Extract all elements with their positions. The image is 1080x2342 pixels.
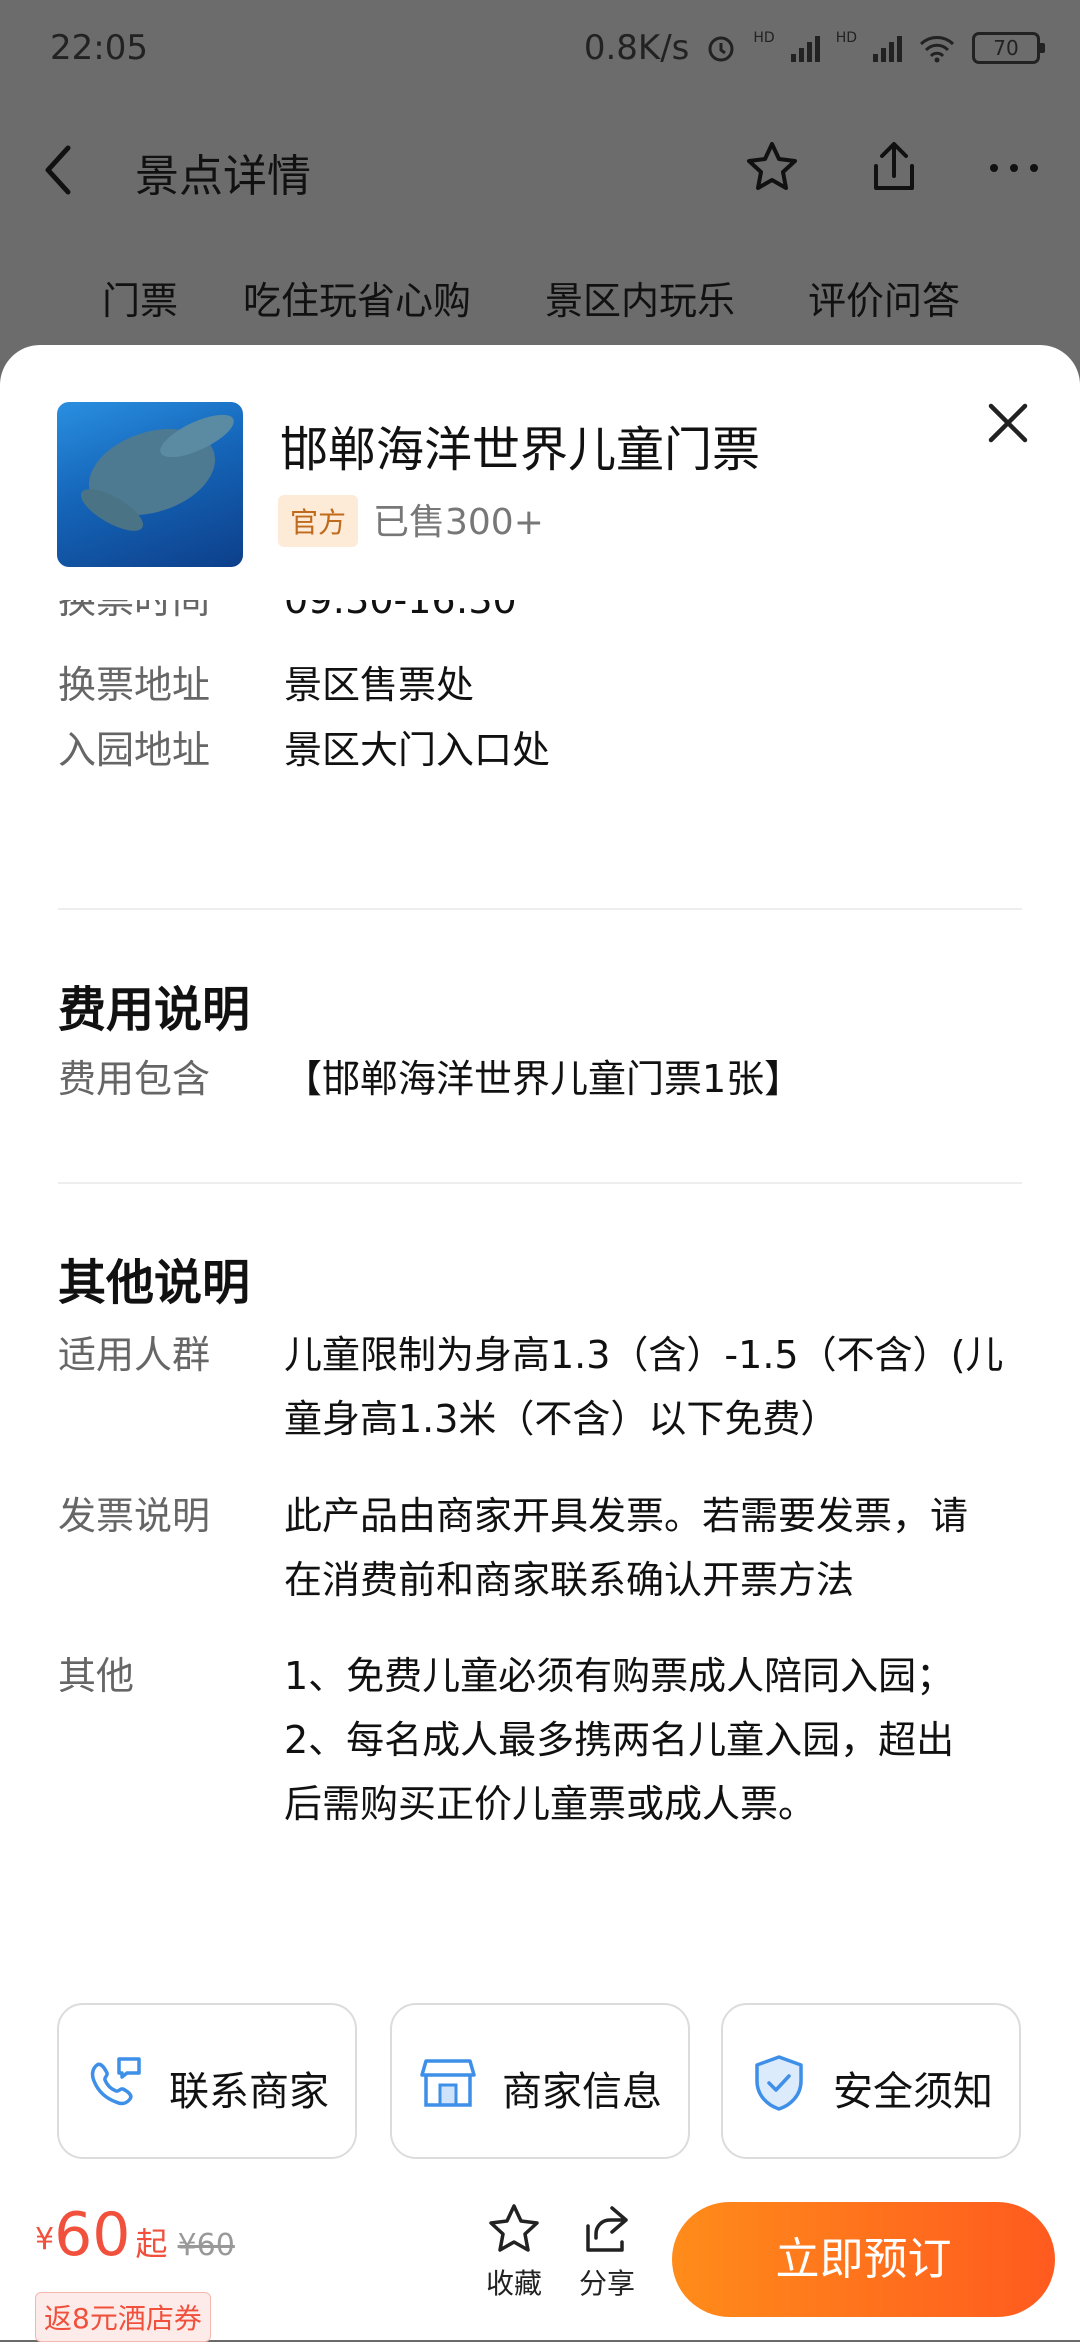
page-title: 景点详情 bbox=[135, 151, 311, 202]
product-name: 邯郸海洋世界儿童门票 bbox=[280, 422, 761, 478]
store-icon bbox=[420, 2059, 476, 2107]
contact-merchant-button[interactable]: 联系商家 bbox=[57, 2003, 357, 2159]
invoice-line-1: 此产品由商家开具发票。若需要发票，请 bbox=[284, 1494, 969, 1538]
row-invoice: 发票说明 此产品由商家开具发票。若需要发票，请 在消费前和商家联系确认开票方法 bbox=[58, 1484, 1058, 1614]
status-bar: 22:05 0.8K/s HD HD 70 bbox=[0, 0, 1080, 95]
invoice-line-2: 在消费前和商家联系确认开票方法 bbox=[284, 1558, 855, 1602]
row-exchange-address: 换票地址 景区售票处 bbox=[58, 653, 1058, 717]
row-entry-address: 入园地址 景区大门入口处 bbox=[58, 718, 1058, 782]
bottom-action-bar: ¥60 起 ¥60 返8元酒店券 收藏 分享 立即预订 bbox=[0, 2190, 1080, 2342]
product-thumbnail-image bbox=[57, 402, 243, 567]
battery-icon: 70 bbox=[972, 32, 1045, 64]
hd-label-2: HD bbox=[835, 30, 857, 46]
price-value: 60 bbox=[54, 2200, 131, 2270]
signal-icon-2 bbox=[873, 34, 902, 62]
tab-tickets[interactable]: 门票 bbox=[102, 270, 178, 325]
divider-1 bbox=[58, 908, 1022, 910]
label-exchange-address: 换票地址 bbox=[58, 663, 211, 707]
other-heading: 其他说明 bbox=[58, 1255, 251, 1311]
alarm-icon bbox=[708, 36, 734, 62]
network-speed: 0.8K/s bbox=[583, 28, 690, 68]
back-arrow-icon[interactable] bbox=[38, 140, 82, 200]
tab-reviews[interactable]: 评价问答 bbox=[808, 270, 960, 325]
star-icon[interactable] bbox=[740, 136, 804, 200]
fee-heading: 费用说明 bbox=[58, 982, 251, 1038]
close-sheet-icon[interactable] bbox=[985, 400, 1031, 446]
misc-line-1: 1、免费儿童必须有购票成人陪同入园； bbox=[284, 1654, 955, 1698]
value-fee-includes: 【邯郸海洋世界儿童门票1张】 bbox=[284, 1057, 803, 1101]
price-suffix: 起 bbox=[135, 2225, 168, 2263]
merchant-info-label: 商家信息 bbox=[502, 2069, 662, 2115]
sold-label: 已售300+ bbox=[373, 502, 544, 543]
hotel-coupon-badge[interactable]: 返8元酒店券 bbox=[35, 2292, 211, 2342]
safety-notice-button[interactable]: 安全须知 bbox=[721, 2003, 1021, 2159]
label-entry-address: 入园地址 bbox=[58, 728, 211, 772]
label-fee-includes: 费用包含 bbox=[58, 1057, 211, 1101]
more-icon[interactable] bbox=[982, 136, 1046, 200]
share-icon[interactable] bbox=[862, 136, 926, 200]
tab-in-park[interactable]: 景区内玩乐 bbox=[545, 270, 735, 325]
time-value: 09:30-16:30 bbox=[284, 600, 517, 622]
time-label: 换票时间 bbox=[58, 600, 211, 622]
row-misc: 其他 1、免费儿童必须有购票成人陪同入园； 2、每名成人最多携两名儿童入园，超出… bbox=[58, 1644, 1058, 1839]
favorite-label: 收藏 bbox=[485, 2267, 542, 2300]
value-exchange-address: 景区售票处 bbox=[284, 663, 475, 707]
divider-2 bbox=[58, 1182, 1022, 1184]
row-fee-includes: 费用包含 【邯郸海洋世界儿童门票1张】 bbox=[58, 1047, 1058, 1111]
safety-notice-label: 安全须知 bbox=[833, 2069, 993, 2115]
clipped-time-row: 换票时间 09:30-16:30 bbox=[0, 600, 1080, 660]
shield-check-icon bbox=[755, 2055, 803, 2111]
top-nav: 景点详情 bbox=[0, 110, 1080, 230]
tab-food-stay[interactable]: 吃住玩省心购 bbox=[243, 270, 471, 325]
wifi-icon bbox=[919, 36, 955, 63]
merchant-info-button[interactable]: 商家信息 bbox=[390, 2003, 690, 2159]
official-tag: 官方 bbox=[278, 495, 359, 547]
misc-line-3: 后需购买正价儿童票或成人票。 bbox=[284, 1782, 817, 1826]
background-page: 22:05 0.8K/s HD HD 70 景点详情 门票 吃住玩省心购 景区内… bbox=[0, 0, 1080, 360]
ticket-sheet: 邯郸海洋世界儿童门票 官方 已售300+ 换票时间 09:30-16:30 换票… bbox=[0, 345, 1080, 2340]
section-tabs: 门票 吃住玩省心购 景区内玩乐 评价问答 bbox=[0, 270, 1080, 330]
label-audience: 适用人群 bbox=[58, 1333, 211, 1377]
price-block: ¥60 起 ¥60 bbox=[35, 2200, 235, 2270]
share-label: 分享 bbox=[578, 2267, 635, 2300]
contact-merchant-label: 联系商家 bbox=[169, 2069, 329, 2115]
star-outline-icon bbox=[489, 2204, 539, 2252]
value-entry-address: 景区大门入口处 bbox=[284, 728, 551, 772]
row-audience: 适用人群 儿童限制为身高1.3（含）-1.5（不含）(儿 童身高1.3米（不含）… bbox=[58, 1323, 1058, 1453]
phone-chat-icon bbox=[90, 2057, 141, 2106]
favorite-button[interactable]: 收藏 bbox=[474, 2200, 554, 2302]
signal-icon-1 bbox=[790, 34, 820, 62]
misc-line-2: 2、每名成人最多携两名儿童入园，超出 bbox=[284, 1718, 955, 1762]
original-price: ¥60 bbox=[177, 2228, 235, 2263]
status-time: 22:05 bbox=[50, 28, 148, 68]
label-invoice: 发票说明 bbox=[58, 1494, 211, 1538]
label-misc: 其他 bbox=[58, 1654, 135, 1698]
currency-symbol: ¥ bbox=[35, 2222, 55, 2257]
audience-line-2: 童身高1.3米（不含）以下免费） bbox=[284, 1397, 839, 1441]
share-button[interactable]: 分享 bbox=[567, 2200, 647, 2302]
audience-line-1: 儿童限制为身高1.3（含）-1.5（不含）(儿 bbox=[284, 1333, 1004, 1377]
hd-label-1: HD bbox=[753, 30, 775, 46]
book-now-button[interactable]: 立即预订 bbox=[672, 2202, 1055, 2317]
share-arrow-icon bbox=[586, 2206, 628, 2252]
